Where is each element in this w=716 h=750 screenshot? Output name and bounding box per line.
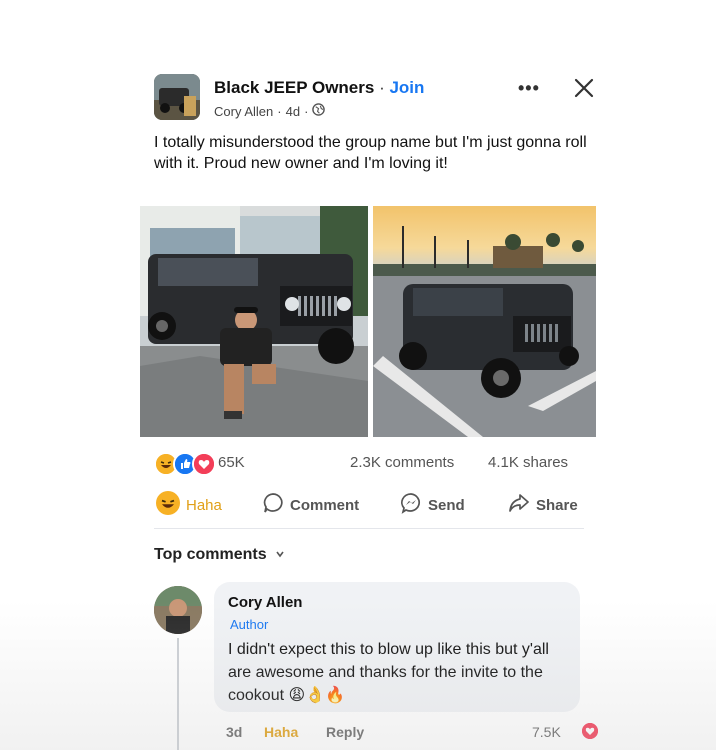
comment-bubble: Cory Allen Author I didn't expect this t… [214,582,580,712]
comment-sort-dropdown[interactable]: Top comments [154,546,285,564]
comment-button[interactable]: Comment [262,490,359,520]
share-icon [508,492,530,518]
post-photo-2[interactable] [373,206,596,437]
group-avatar[interactable] [154,74,200,120]
meta-dot: · [277,103,282,119]
meta-dot: · [304,103,309,119]
messenger-icon [400,492,422,518]
more-options-icon[interactable]: ••• [518,78,540,99]
comment-text: I didn't expect this to blow up like thi… [228,641,549,704]
share-label: Share [536,496,578,514]
action-bar: Haha Comment Send Share [154,490,586,520]
comment-label: Comment [290,496,360,514]
post-time[interactable]: 4d [286,104,300,119]
comment-time[interactable]: 3d [226,724,242,740]
send-label: Send [428,496,465,514]
group-title: Black JEEP Owners · Join [214,78,424,98]
post-stats: 65K 2.3K comments 4.1K shares [154,452,586,476]
reply-button[interactable]: Reply [326,724,364,740]
post-card: Black JEEP Owners · Join Cory Allen · 4d… [140,60,600,750]
title-separator: · [374,78,390,97]
love-reaction-icon [580,721,600,741]
post-meta: Cory Allen · 4d · [214,103,326,119]
post-text: I totally misunderstood the group name b… [154,134,587,172]
comment-reaction-count[interactable]: 7.5K [532,724,561,740]
comment-haha-button[interactable]: Haha [264,724,298,740]
commenter-name[interactable]: Cory Allen [228,594,302,611]
share-button[interactable]: Share [508,490,578,520]
post-header: Black JEEP Owners · Join Cory Allen · 4d… [154,72,594,126]
globe-icon [312,103,326,119]
join-button[interactable]: Join [389,78,424,97]
commenter-avatar[interactable] [154,586,202,634]
post-author[interactable]: Cory Allen [214,104,273,119]
haha-button[interactable]: Haha [156,490,222,520]
reaction-count[interactable]: 65K [218,454,245,471]
shares-count[interactable]: 4.1K shares [488,454,568,471]
comment-icon [262,492,284,518]
post-photo-1[interactable] [140,206,368,437]
group-name-link[interactable]: Black JEEP Owners [214,78,374,97]
haha-label: Haha [186,496,222,514]
chevron-down-icon [275,546,285,564]
comment-thread-line [177,638,179,750]
love-reaction-icon [192,452,216,476]
send-button[interactable]: Send [400,490,465,520]
comments-count[interactable]: 2.3K comments [350,454,454,471]
haha-icon [156,491,180,519]
close-icon[interactable] [572,76,596,100]
divider [154,528,584,529]
author-badge: Author [230,617,269,632]
reaction-icons[interactable] [154,452,216,476]
comment-sort-label: Top comments [154,546,267,563]
